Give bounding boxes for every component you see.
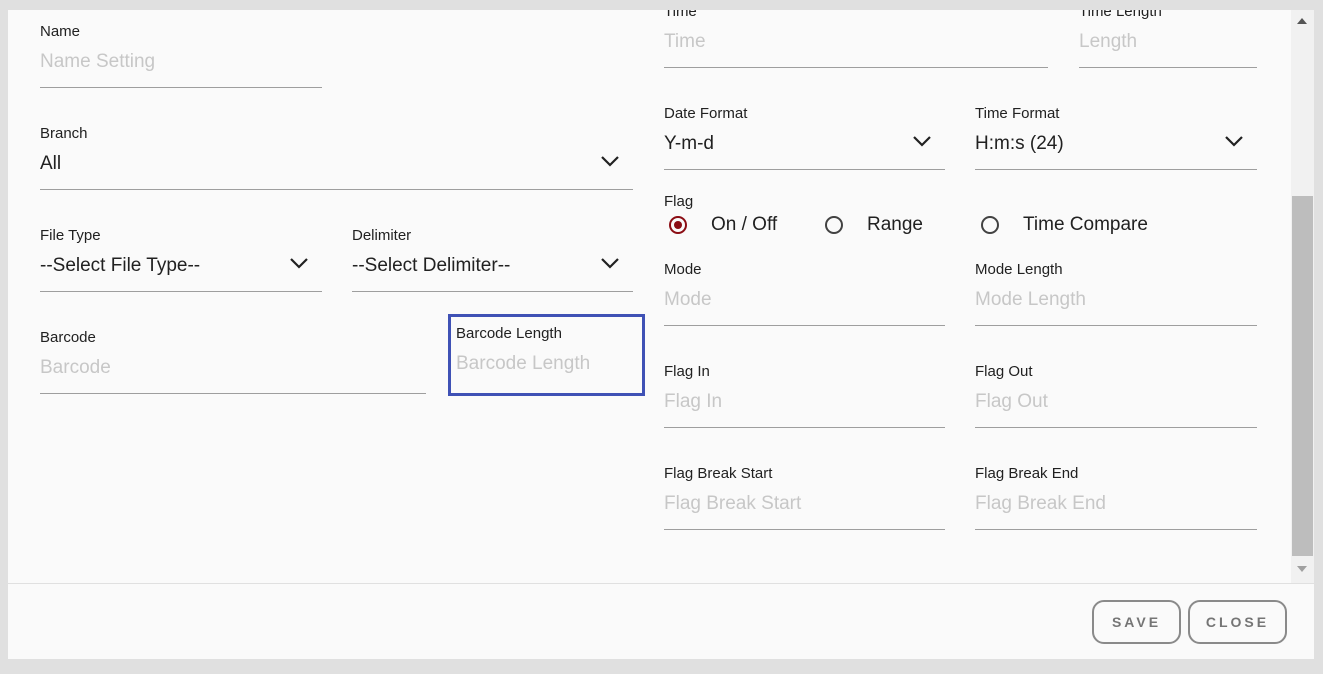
time-field[interactable]: Time Time [664, 10, 1048, 68]
branch-value: All [40, 153, 62, 174]
file-type-select[interactable]: File Type --Select File Type-- [40, 219, 322, 292]
time-length-field[interactable]: Time Length Length [1079, 10, 1257, 68]
name-field[interactable]: Name Name Setting [40, 15, 322, 88]
barcode-length-field[interactable]: Barcode Length Barcode Length [448, 314, 645, 396]
delimiter-value: --Select Delimiter-- [352, 255, 511, 276]
flag-option-label: Range [867, 214, 923, 235]
barcode-length-input[interactable]: Barcode Length [456, 353, 590, 375]
mode-field[interactable]: Mode Mode [664, 253, 945, 326]
chevron-down-icon[interactable] [601, 257, 619, 271]
vertical-scrollbar[interactable] [1291, 10, 1314, 583]
branch-select[interactable]: Branch All [40, 117, 633, 190]
date-format-value: Y-m-d [664, 133, 714, 154]
delimiter-label: Delimiter [352, 227, 412, 244]
flag-out-input[interactable]: Flag Out [975, 391, 1048, 413]
flag-in-field[interactable]: Flag In Flag In [664, 355, 945, 428]
flag-break-start-field[interactable]: Flag Break Start Flag Break Start [664, 457, 945, 530]
time-label: Time [664, 10, 697, 20]
radio-selected-icon[interactable] [669, 216, 687, 234]
flag-out-field[interactable]: Flag Out Flag Out [975, 355, 1257, 428]
barcode-field[interactable]: Barcode Barcode [40, 321, 426, 394]
close-button[interactable]: CLOSE [1188, 600, 1287, 644]
radio-unselected-icon[interactable] [825, 216, 843, 234]
radio-unselected-icon[interactable] [981, 216, 999, 234]
barcode-label: Barcode [40, 329, 96, 346]
mode-label: Mode [664, 261, 702, 278]
settings-modal: Name Name Setting Branch All File Type -… [8, 10, 1314, 659]
scroll-down-arrow-icon[interactable] [1297, 566, 1307, 572]
barcode-length-label: Barcode Length [456, 325, 562, 342]
flag-radio-time-compare[interactable]: Time Compare [981, 214, 1161, 240]
mode-length-field[interactable]: Mode Length Mode Length [975, 253, 1257, 326]
chevron-down-icon[interactable] [601, 155, 619, 169]
barcode-input[interactable]: Barcode [40, 357, 111, 379]
date-format-label: Date Format [664, 105, 748, 122]
date-format-select[interactable]: Date Format Y-m-d [664, 97, 945, 170]
mode-input[interactable]: Mode [664, 289, 712, 311]
file-type-label: File Type [40, 227, 101, 244]
chevron-down-icon[interactable] [290, 257, 308, 271]
time-length-input[interactable]: Length [1079, 31, 1137, 53]
flag-out-label: Flag Out [975, 363, 1033, 380]
chevron-down-icon[interactable] [1225, 135, 1243, 149]
flag-label: Flag [664, 193, 694, 210]
flag-in-label: Flag In [664, 363, 710, 380]
flag-radio-range[interactable]: Range [825, 214, 935, 240]
form-content: Name Name Setting Branch All File Type -… [8, 10, 1291, 583]
delimiter-select[interactable]: Delimiter --Select Delimiter-- [352, 219, 633, 292]
time-format-value: H:m:s (24) [975, 133, 1064, 154]
flag-break-start-label: Flag Break Start [664, 465, 773, 482]
name-input[interactable]: Name Setting [40, 51, 155, 73]
branch-label: Branch [40, 125, 88, 142]
time-input[interactable]: Time [664, 31, 706, 53]
flag-break-end-label: Flag Break End [975, 465, 1079, 482]
save-button[interactable]: SAVE [1092, 600, 1181, 644]
flag-option-label: On / Off [711, 214, 778, 235]
mode-length-input[interactable]: Mode Length [975, 289, 1086, 311]
flag-break-end-input[interactable]: Flag Break End [975, 493, 1106, 515]
time-format-select[interactable]: Time Format H:m:s (24) [975, 97, 1257, 170]
time-format-label: Time Format [975, 105, 1060, 122]
flag-option-label: Time Compare [1023, 214, 1148, 235]
scrollbar-thumb[interactable] [1292, 196, 1313, 556]
scroll-up-arrow-icon[interactable] [1297, 18, 1307, 24]
flag-break-end-field[interactable]: Flag Break End Flag Break End [975, 457, 1257, 530]
flag-radio-on-off[interactable]: On / Off [669, 214, 799, 240]
flag-in-input[interactable]: Flag In [664, 391, 722, 413]
time-length-label: Time Length [1079, 10, 1162, 20]
flag-break-start-input[interactable]: Flag Break Start [664, 493, 801, 515]
chevron-down-icon[interactable] [913, 135, 931, 149]
modal-footer: SAVE CLOSE [8, 583, 1314, 659]
name-label: Name [40, 23, 81, 40]
file-type-value: --Select File Type-- [40, 255, 201, 276]
mode-length-label: Mode Length [975, 261, 1063, 278]
